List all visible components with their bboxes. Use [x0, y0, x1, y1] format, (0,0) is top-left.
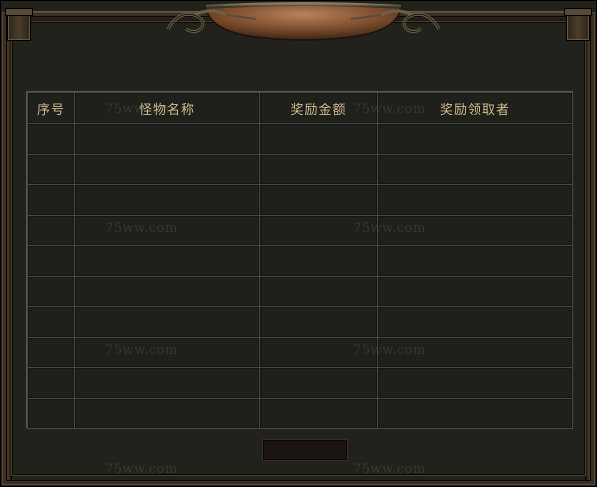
reward-amount-cell: [259, 184, 378, 216]
index-cell: [27, 153, 75, 185]
monster-name-cell: [74, 214, 260, 246]
ornament-crest-icon: [166, 1, 441, 41]
reward-claimer-cell: [377, 275, 573, 307]
index-cell: [27, 123, 75, 155]
reward-amount-cell: [259, 397, 378, 429]
bounty-table: 序号 怪物名称 奖励金额 奖励领取者: [26, 91, 573, 429]
monster-name-cell: [74, 336, 260, 368]
reward-amount-cell: [259, 275, 378, 307]
reward-amount-cell: [259, 214, 378, 246]
monster-name-cell: [74, 123, 260, 155]
reward-amount-cell: [259, 245, 378, 277]
monster-name-cell: [74, 367, 260, 399]
reward-amount-cell: [259, 306, 378, 338]
column-header-reward-amount: 奖励金额: [259, 92, 378, 124]
reward-claimer-cell: [377, 153, 573, 185]
right-corner-post: [564, 8, 592, 41]
table-row[interactable]: [27, 123, 573, 155]
reward-claimer-cell: [377, 245, 573, 277]
table-row[interactable]: [27, 275, 573, 307]
monster-name-cell: [74, 184, 260, 216]
column-header-monster-name: 怪物名称: [74, 92, 260, 124]
reward-claimer-cell: [377, 367, 573, 399]
table-row[interactable]: [27, 153, 573, 185]
reward-amount-cell: [259, 336, 378, 368]
index-cell: [27, 245, 75, 277]
reward-claimer-cell: [377, 184, 573, 216]
index-cell: [27, 275, 75, 307]
reward-amount-cell: [259, 367, 378, 399]
reward-claimer-cell: [377, 397, 573, 429]
reward-claimer-cell: [377, 306, 573, 338]
reward-amount-cell: [259, 153, 378, 185]
table-row[interactable]: [27, 397, 573, 429]
table-header-row: 序号 怪物名称 奖励金额 奖励领取者: [27, 92, 573, 124]
table-row[interactable]: [27, 367, 573, 399]
reward-claimer-cell: [377, 336, 573, 368]
table-row[interactable]: [27, 306, 573, 338]
column-header-reward-claimer: 奖励领取者: [377, 92, 573, 124]
table-row[interactable]: [27, 245, 573, 277]
index-cell: [27, 214, 75, 246]
index-cell: [27, 184, 75, 216]
table-row[interactable]: [27, 336, 573, 368]
monster-name-cell: [74, 275, 260, 307]
confirm-button[interactable]: [262, 439, 348, 461]
table-row[interactable]: [27, 214, 573, 246]
monster-name-cell: [74, 306, 260, 338]
table-row[interactable]: [27, 184, 573, 216]
index-cell: [27, 336, 75, 368]
column-header-index: 序号: [27, 92, 75, 124]
reward-amount-cell: [259, 123, 378, 155]
monster-name-cell: [74, 397, 260, 429]
index-cell: [27, 397, 75, 429]
reward-claimer-cell: [377, 123, 573, 155]
bounty-panel: 序号 怪物名称 奖励金额 奖励领取者 75ww.com 75ww.com 75w…: [0, 0, 597, 487]
index-cell: [27, 306, 75, 338]
monster-name-cell: [74, 153, 260, 185]
left-corner-post: [5, 8, 33, 41]
index-cell: [27, 367, 75, 399]
reward-claimer-cell: [377, 214, 573, 246]
monster-name-cell: [74, 245, 260, 277]
